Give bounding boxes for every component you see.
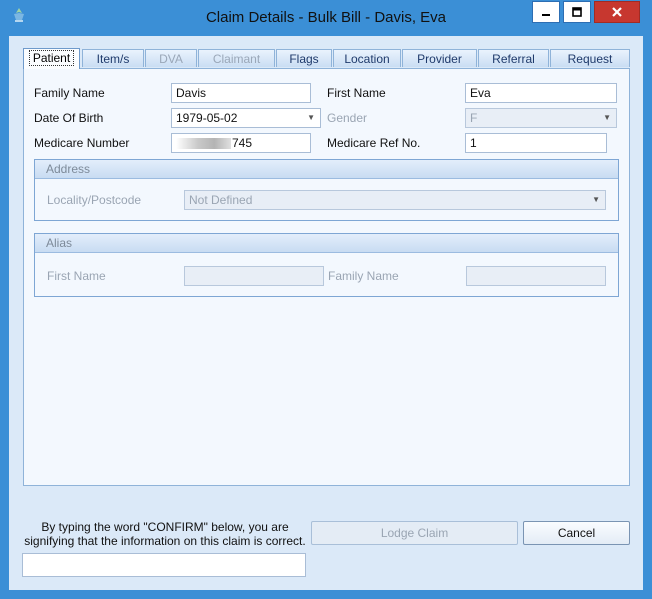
first-name-label: First Name (327, 86, 386, 100)
tab-label: DVA (159, 52, 183, 66)
locality-value: Not Defined (189, 193, 253, 207)
tab-label: Location (344, 52, 390, 66)
medicare-ref-label: Medicare Ref No. (327, 136, 421, 150)
alias-first-name-field (184, 266, 324, 286)
first-name-field[interactable]: Eva (465, 83, 617, 103)
chevron-down-icon: ▼ (592, 195, 600, 204)
alias-family-name-label: Family Name (328, 269, 399, 283)
minimize-button[interactable] (532, 1, 560, 23)
address-group: Address Locality/Postcode Not Defined ▼ (34, 159, 619, 221)
chevron-down-icon: ▼ (603, 113, 611, 122)
tab-referral[interactable]: Referral (478, 49, 549, 67)
maximize-icon (572, 7, 582, 17)
tab-dva: DVA (145, 49, 197, 67)
gender-label: Gender (327, 111, 368, 125)
dialog-client-area: Patient Item/s DVA Claimant Flags Locati… (9, 36, 643, 590)
confirm-instruction: By typing the word "CONFIRM" below, you … (24, 520, 306, 548)
tab-provider[interactable]: Provider (402, 49, 477, 67)
alias-first-name-label: First Name (47, 269, 106, 283)
medicare-number-suffix: 745 (232, 136, 253, 150)
tab-label: Patient (28, 50, 75, 66)
maximize-button[interactable] (563, 1, 591, 23)
minimize-icon (542, 14, 550, 16)
close-icon (612, 7, 622, 17)
gender-value: F (470, 111, 478, 125)
lodge-claim-button[interactable]: Lodge Claim (311, 521, 518, 545)
medicare-ref-field[interactable]: 1 (465, 133, 607, 153)
chevron-down-icon[interactable]: ▼ (307, 109, 315, 127)
dob-value: 1979-05-02 (176, 111, 238, 125)
dob-datepicker[interactable]: 1979-05-02 ▼ (171, 108, 321, 128)
tab-label: Request (567, 52, 613, 66)
tab-claimant: Claimant (198, 49, 275, 67)
patient-tab-panel: Family Name Davis First Name Eva Date Of… (23, 68, 630, 486)
redacted-block (176, 138, 231, 150)
locality-label: Locality/Postcode (47, 193, 142, 207)
tab-label: Referral (492, 52, 535, 66)
medicare-number-label: Medicare Number (34, 136, 130, 150)
tab-location[interactable]: Location (333, 49, 401, 67)
cancel-button[interactable]: Cancel (523, 521, 630, 545)
confirm-input[interactable] (22, 553, 306, 577)
family-name-field[interactable]: Davis (171, 83, 311, 103)
alias-group: Alias First Name Family Name (34, 233, 619, 297)
gender-select: F ▼ (465, 108, 617, 128)
locality-select: Not Defined ▼ (184, 190, 606, 210)
tab-label: Provider (417, 52, 462, 66)
alias-family-name-field (466, 266, 606, 286)
claim-details-window: Claim Details - Bulk Bill - Davis, Eva P… (0, 0, 652, 599)
alias-group-header: Alias (35, 234, 618, 253)
dob-label: Date Of Birth (34, 111, 104, 125)
title-bar[interactable]: Claim Details - Bulk Bill - Davis, Eva (0, 0, 652, 36)
tab-patient[interactable]: Patient (23, 48, 80, 69)
tab-request[interactable]: Request (550, 49, 630, 67)
close-button[interactable] (594, 1, 640, 23)
family-name-label: Family Name (34, 86, 105, 100)
tab-label: Flags (289, 52, 319, 66)
tab-flags[interactable]: Flags (276, 49, 332, 67)
medicare-number-field[interactable]: 745 (171, 133, 311, 153)
tab-label: Item/s (96, 52, 130, 66)
tab-items[interactable]: Item/s (82, 49, 144, 67)
tab-label: Claimant (212, 52, 261, 66)
address-group-header: Address (35, 160, 618, 179)
